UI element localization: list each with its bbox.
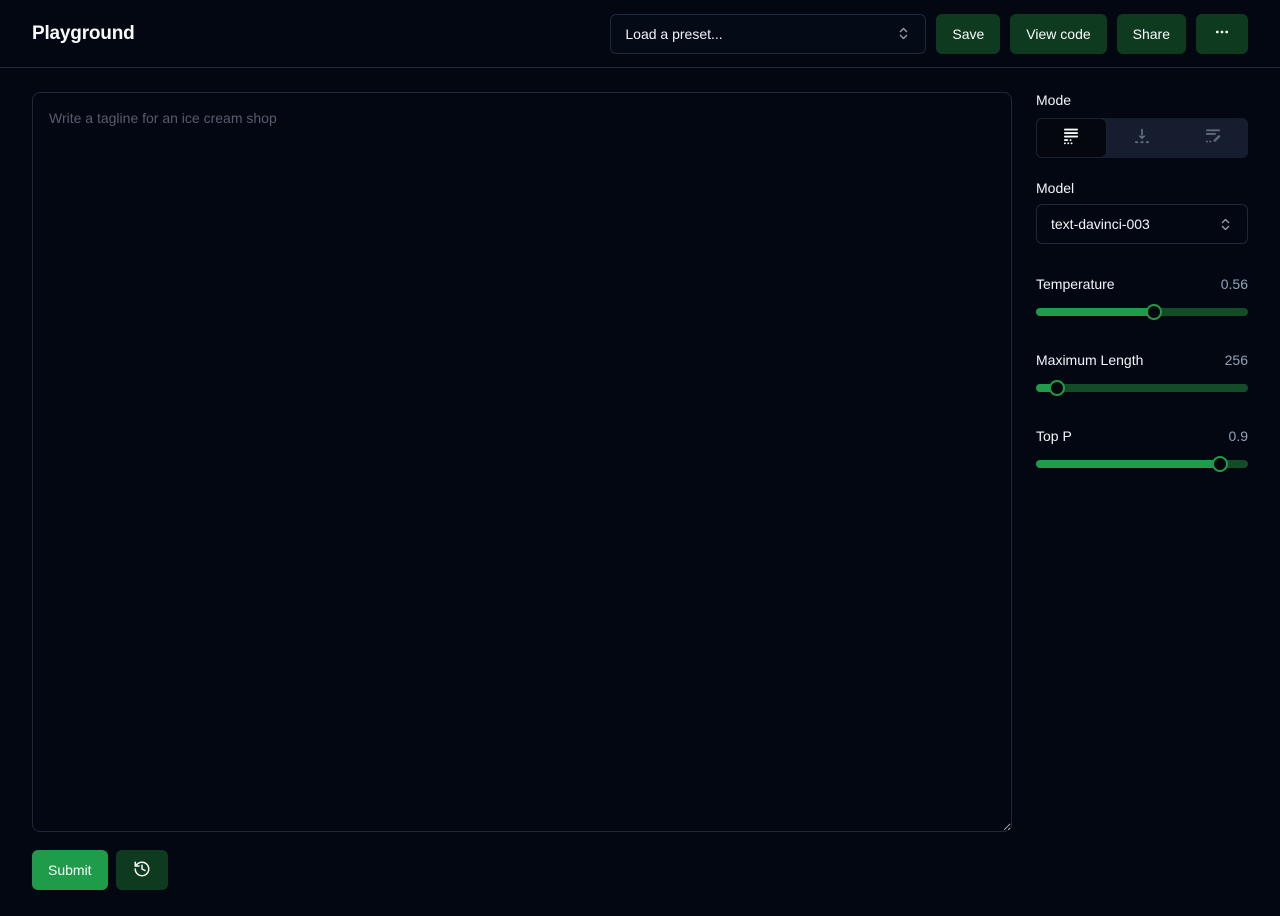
- mode-label: Mode: [1036, 92, 1248, 108]
- maximum-length-slider-section: Maximum Length 256: [1036, 352, 1248, 392]
- preset-select[interactable]: Load a preset...: [610, 14, 926, 54]
- more-options-button[interactable]: [1196, 14, 1248, 54]
- mode-tab-complete[interactable]: [1036, 118, 1107, 158]
- top-p-label: Top P: [1036, 428, 1072, 444]
- content-area: Submit Mode: [0, 68, 1280, 916]
- share-button[interactable]: Share: [1117, 14, 1186, 54]
- header-actions: Load a preset... Save View code Share: [610, 14, 1248, 54]
- ellipsis-icon: [1214, 24, 1230, 43]
- insert-mode-icon: [1132, 126, 1152, 151]
- slider-fill: [1036, 460, 1220, 468]
- prompt-panel: Submit: [32, 92, 1012, 890]
- mode-toggle-group: [1036, 118, 1248, 158]
- slider-fill: [1036, 308, 1154, 316]
- view-code-button[interactable]: View code: [1010, 14, 1106, 54]
- settings-sidebar: Mode: [1036, 92, 1248, 890]
- temperature-label: Temperature: [1036, 276, 1115, 292]
- mode-tab-insert[interactable]: [1107, 118, 1178, 158]
- maximum-length-value: 256: [1225, 352, 1248, 368]
- temperature-value: 0.56: [1221, 276, 1248, 292]
- prompt-actions: Submit: [32, 850, 1012, 890]
- temperature-slider[interactable]: [1036, 308, 1248, 316]
- temperature-slider-thumb[interactable]: [1146, 304, 1162, 320]
- save-button[interactable]: Save: [936, 14, 1000, 54]
- maximum-length-slider-thumb[interactable]: [1049, 380, 1065, 396]
- mode-tab-edit[interactable]: [1177, 118, 1248, 158]
- history-icon: [133, 860, 151, 881]
- top-p-slider[interactable]: [1036, 460, 1248, 468]
- maximum-length-label: Maximum Length: [1036, 352, 1143, 368]
- playground-app: Playground Load a preset... Save View co…: [0, 0, 1280, 916]
- maximum-length-slider[interactable]: [1036, 384, 1248, 392]
- model-select[interactable]: text-davinci-003: [1036, 204, 1248, 244]
- submit-button[interactable]: Submit: [32, 850, 108, 890]
- edit-mode-icon: [1203, 126, 1223, 151]
- header: Playground Load a preset... Save View co…: [0, 0, 1280, 68]
- temperature-slider-section: Temperature 0.56: [1036, 276, 1248, 316]
- top-p-slider-section: Top P 0.9: [1036, 428, 1248, 468]
- sliders-section: Temperature 0.56 Maximum Length 256: [1036, 276, 1248, 504]
- model-section: Model text-davinci-003: [1036, 180, 1248, 244]
- top-p-slider-thumb[interactable]: [1212, 456, 1228, 472]
- preset-select-value: Load a preset...: [625, 26, 722, 42]
- model-select-value: text-davinci-003: [1051, 216, 1150, 232]
- prompt-textarea[interactable]: [32, 92, 1012, 832]
- complete-mode-icon: [1061, 126, 1081, 151]
- chevrons-up-down-icon: [1218, 217, 1233, 232]
- history-button[interactable]: [116, 850, 168, 890]
- page-title: Playground: [32, 23, 135, 45]
- model-label: Model: [1036, 180, 1248, 196]
- chevrons-up-down-icon: [896, 26, 911, 41]
- top-p-value: 0.9: [1229, 428, 1248, 444]
